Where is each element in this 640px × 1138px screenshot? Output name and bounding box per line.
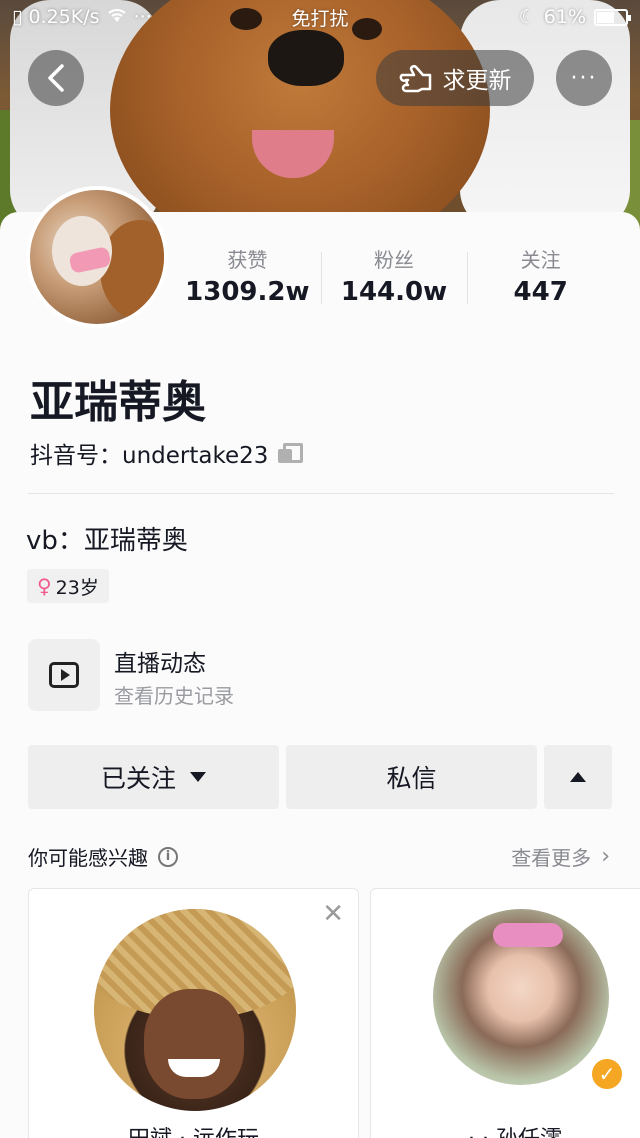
verified-check-icon: ✓ — [589, 1056, 625, 1092]
collapse-suggestions-button[interactable] — [544, 745, 612, 809]
profile-avatar[interactable] — [26, 186, 168, 328]
suggestions-title: 你可能感兴趣 — [28, 846, 148, 870]
see-more-link[interactable]: 查看更多 › — [511, 842, 610, 871]
live-title[interactable]: 直播动态 — [114, 644, 206, 678]
network-speed: 0.25K/s — [28, 6, 100, 28]
caret-down-icon — [190, 772, 206, 782]
suggested-user-avatar[interactable] — [433, 909, 609, 1085]
age-label: 23岁 — [55, 576, 99, 599]
suggestions-header: 你可能感兴趣 i — [28, 842, 178, 871]
info-icon[interactable]: i — [158, 846, 178, 867]
stat-value: 1309.2w — [185, 277, 310, 307]
more-dots-icon: ··· — [570, 65, 598, 91]
stat-value: 447 — [513, 277, 568, 307]
sim-icon: ▯ — [12, 6, 23, 28]
suggested-user-card[interactable]: ✓ · · 孙任澪 — [370, 888, 640, 1138]
douyin-id: 抖音号：undertake23 — [30, 443, 269, 469]
suggested-user-name: 田斌 · 远作玩 — [29, 1121, 358, 1138]
stat-followers[interactable]: 粉丝 144.0w — [320, 246, 468, 310]
request-update-button[interactable]: 求更新 — [376, 50, 534, 106]
message-label: 私信 — [386, 764, 437, 793]
profile-name: 亚瑞蒂奥 — [30, 377, 206, 428]
profile-bio: vb：亚瑞蒂奥 — [26, 526, 188, 556]
followed-button[interactable]: 已关注 — [28, 745, 279, 809]
moon-icon: ☾ — [518, 6, 536, 28]
douyin-id-row: 抖音号：undertake23 — [30, 436, 304, 470]
back-button[interactable] — [28, 50, 84, 106]
suggested-user-avatar[interactable] — [94, 909, 296, 1111]
message-button[interactable]: 私信 — [286, 745, 537, 809]
suggested-user-name: · · 孙任澪 — [371, 1121, 640, 1138]
chevron-left-icon — [48, 64, 64, 92]
stat-label: 关注 — [520, 248, 561, 272]
stat-label: 获赞 — [227, 248, 268, 272]
followed-label: 已关注 — [100, 764, 176, 793]
live-subtitle[interactable]: 查看历史记录 — [114, 680, 234, 709]
hand-point-icon — [399, 65, 431, 93]
female-icon: ♀ — [37, 574, 52, 598]
age-tag: ♀ 23岁 — [27, 569, 109, 603]
close-icon[interactable]: ✕ — [322, 899, 344, 929]
battery-icon — [594, 8, 631, 26]
do-not-disturb-label: 免打扰 — [291, 7, 349, 30]
tv-icon — [49, 662, 79, 688]
status-dots: ··· — [133, 6, 152, 28]
stat-likes[interactable]: 获赞 1309.2w — [174, 246, 321, 310]
stat-label: 粉丝 — [374, 248, 414, 272]
stat-value: 144.0w — [340, 277, 448, 307]
live-history-button[interactable] — [28, 639, 100, 711]
suggested-user-card[interactable]: ✕ 田斌 · 远作玩 — [28, 888, 359, 1138]
copy-icon[interactable] — [278, 443, 304, 463]
profile-stats: 获赞 1309.2w 粉丝 144.0w 关注 447 — [174, 246, 614, 310]
wifi-icon — [106, 6, 128, 28]
stat-following[interactable]: 关注 447 — [467, 246, 614, 310]
caret-up-icon — [570, 772, 586, 782]
chevron-right-icon: › — [601, 844, 610, 869]
status-bar: ▯ 0.25K/s ··· 免打扰 ☾ 61% — [0, 0, 640, 34]
divider — [28, 493, 614, 494]
more-options-button[interactable]: ··· — [556, 50, 612, 106]
request-update-label: 求更新 — [442, 68, 512, 94]
see-more-label: 查看更多 — [511, 846, 592, 870]
battery-percent: 61% — [543, 6, 586, 28]
